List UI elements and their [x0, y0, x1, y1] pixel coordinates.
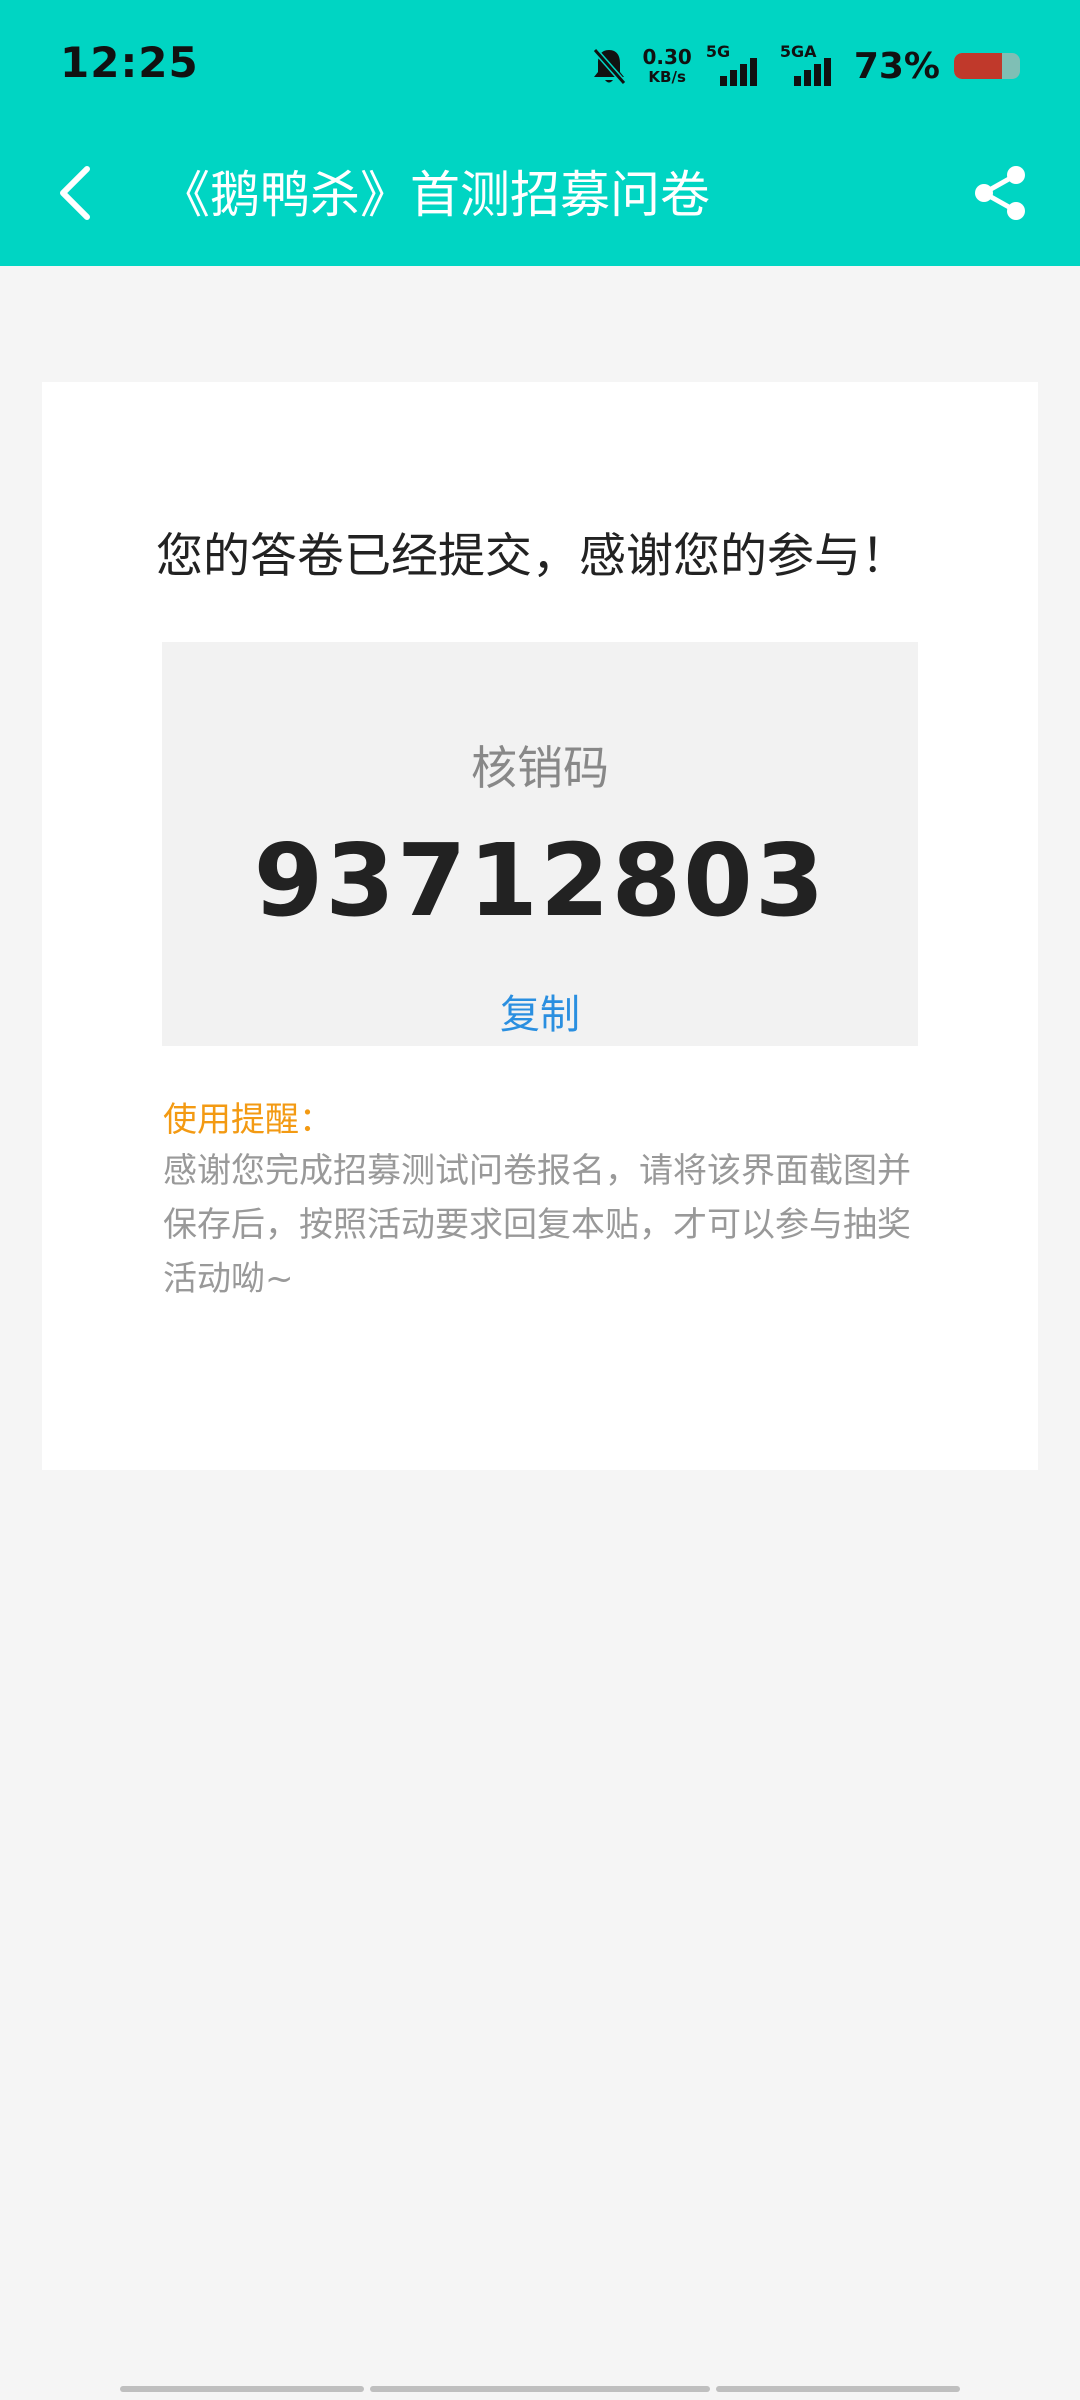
reminder-title: 使用提醒： [163, 1100, 333, 1140]
copy-button[interactable]: 复制 [500, 992, 580, 1038]
network-speed-unit: KB/s [648, 68, 686, 86]
network-speed: 0.30 KB/s [642, 47, 691, 85]
nav-indicator-left [120, 2386, 364, 2392]
verification-code-value: 93712803 [253, 822, 827, 939]
chevron-left-icon [57, 165, 93, 225]
share-icon [972, 163, 1028, 227]
signal-icon: 5GA [780, 44, 840, 88]
submission-message: 您的答卷已经提交，感谢您的参与！ [156, 529, 908, 584]
signal-icon: 5G [706, 44, 766, 88]
bell-muted-icon [590, 46, 628, 86]
battery-icon [954, 53, 1020, 79]
status-time: 12:25 [60, 38, 199, 87]
page-title: 《鹅鸭杀》首测招募问卷 [160, 166, 710, 224]
network-speed-value: 0.30 [642, 45, 692, 69]
back-button[interactable] [40, 160, 110, 230]
share-button[interactable] [965, 160, 1035, 230]
reminder-text: 感谢您完成招募测试问卷报名，请将该界面截图并保存后，按照活动要求回复本贴，才可以… [163, 1151, 911, 1299]
result-card: 您的答卷已经提交，感谢您的参与！ 核销码 93712803 复制 使用提醒： 感… [42, 382, 1038, 1470]
nav-indicator-right [716, 2386, 960, 2392]
verification-code-label: 核销码 [471, 741, 609, 795]
nav-indicator-center [370, 2386, 710, 2392]
app-header: 12:25 0.30 KB/s 5G 5GA 73% 《鹅鸭杀》首测招募问卷 [0, 0, 1080, 266]
status-icons: 0.30 KB/s 5G 5GA 73% [590, 38, 1020, 94]
copy-button-area: 复制 [42, 982, 1038, 1040]
battery-percent: 73% [853, 45, 940, 87]
